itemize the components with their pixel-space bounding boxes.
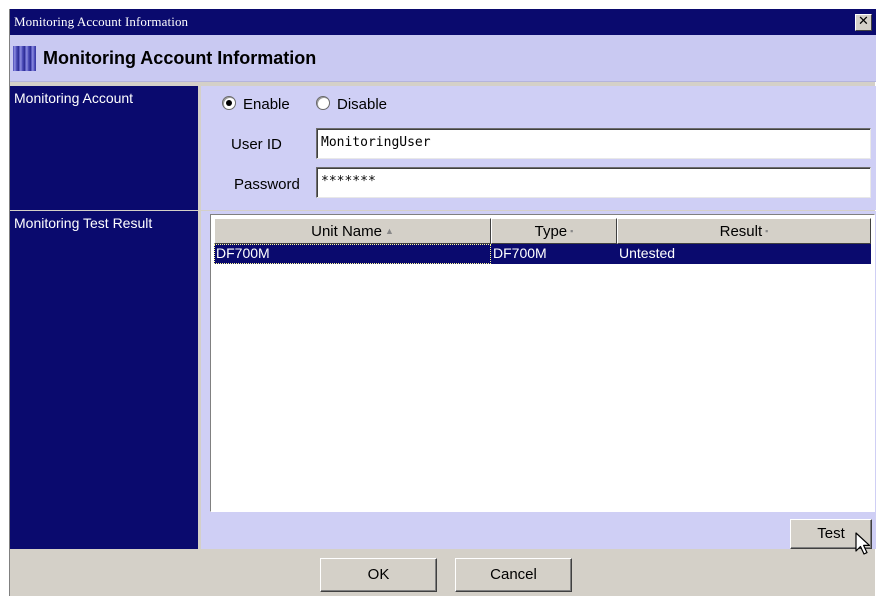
userid-field[interactable]: MonitoringUser — [316, 128, 871, 159]
userid-label: User ID — [231, 136, 282, 153]
mouse-pointer-icon — [855, 532, 871, 555]
monitoring-account-label: Monitoring Account — [10, 86, 198, 210]
sort-ascending-icon: ▲ — [384, 226, 394, 236]
password-label: Password — [234, 176, 300, 193]
cell-result: Untested — [619, 245, 676, 261]
column-header-label: Type — [534, 223, 568, 240]
close-icon[interactable]: ✕ — [855, 14, 872, 31]
enable-radio[interactable]: Enable — [222, 96, 290, 113]
dialog-header: Monitoring Account Information — [10, 35, 876, 82]
window-title: Monitoring Account Information — [14, 14, 189, 29]
disable-radio[interactable]: Disable — [316, 96, 387, 113]
ok-button[interactable]: OK — [320, 558, 437, 592]
column-header-label: Result — [719, 223, 763, 240]
column-header-result[interactable]: Result ▪ — [617, 218, 871, 244]
password-field[interactable]: ******* — [316, 167, 871, 198]
enable-radio-label: Enable — [243, 96, 290, 113]
radio-checked-icon — [222, 96, 236, 110]
cell-unit-name: DF700M — [214, 244, 491, 264]
disable-radio-label: Disable — [337, 96, 388, 113]
column-header-type[interactable]: Type ▪ — [491, 218, 617, 244]
title-bar[interactable]: Monitoring Account Information ✕ — [10, 9, 876, 35]
cancel-button[interactable]: Cancel — [455, 558, 572, 592]
cell-type: DF700M — [493, 245, 547, 261]
header-title: Monitoring Account Information — [43, 48, 317, 68]
column-header-label: Unit Name — [311, 223, 382, 240]
sort-indicator-icon: ▪ — [570, 226, 574, 236]
radio-unchecked-icon — [316, 96, 330, 110]
column-header-unit-name[interactable]: Unit Name ▲ — [214, 218, 491, 244]
table-row[interactable]: DF700M DF700M Untested — [214, 244, 871, 264]
sort-indicator-icon: ▪ — [765, 226, 769, 236]
dialog-window: Monitoring Account Information ✕ Monitor… — [9, 9, 876, 596]
monitoring-test-result-label: Monitoring Test Result — [10, 211, 198, 549]
header-mark-icon — [13, 46, 36, 71]
result-table: Unit Name ▲ Type ▪ Result ▪ DF700M DF700M U… — [210, 214, 875, 512]
